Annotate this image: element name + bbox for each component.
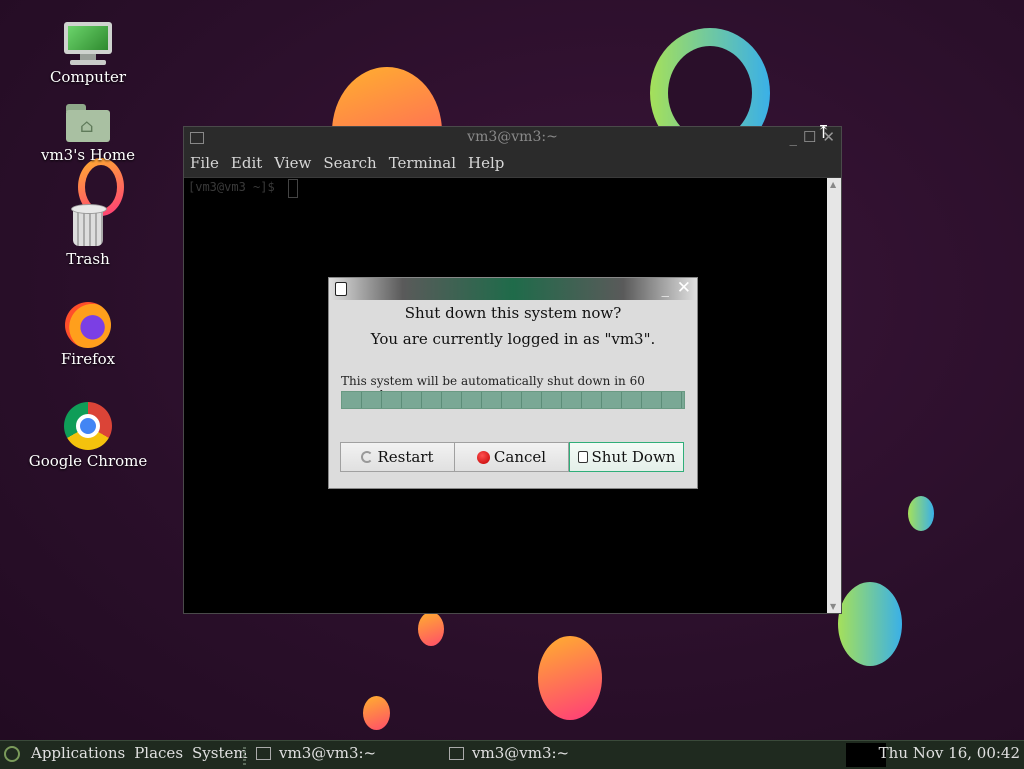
taskbar-item[interactable]: vm3@vm3:~ xyxy=(256,744,376,762)
terminal-icon xyxy=(256,746,271,760)
decorative-blob xyxy=(418,612,444,646)
terminal-title: vm3@vm3:~ xyxy=(467,129,558,145)
decorative-blob xyxy=(363,696,390,730)
terminal-titlebar[interactable]: vm3@vm3:~ _ ☐ ✕ xyxy=(184,127,841,149)
desktop-icon-label: Computer xyxy=(49,68,127,86)
cancel-label: Cancel xyxy=(493,448,547,466)
dialog-question: Shut down this system now? xyxy=(404,304,622,322)
distro-logo-icon[interactable] xyxy=(4,746,20,762)
terminal-prompt: [vm3@vm3 ~]$ xyxy=(188,180,275,194)
countdown-progress-bar xyxy=(341,391,685,409)
terminal-menubar: File Edit View Search Terminal Help xyxy=(184,149,841,178)
panel-separator[interactable] xyxy=(243,747,246,765)
cancel-icon xyxy=(476,450,490,464)
progress-fill xyxy=(342,392,684,408)
home-folder-icon: ⌂ xyxy=(66,104,110,144)
terminal-scrollbar[interactable]: ▲ ▼ xyxy=(827,178,841,613)
mouse-pointer-icon: ⤒ xyxy=(816,122,832,143)
computer-icon xyxy=(64,22,112,66)
restart-label: Restart xyxy=(377,448,434,466)
menu-edit[interactable]: Edit xyxy=(231,154,262,172)
restart-button[interactable]: Restart xyxy=(340,442,455,472)
menu-search[interactable]: Search xyxy=(323,154,376,172)
taskbar-item[interactable]: vm3@vm3:~ xyxy=(449,744,569,762)
bottom-panel: Applications Places System vm3@vm3:~ vm3… xyxy=(0,740,1024,769)
menu-system[interactable]: System xyxy=(192,744,248,762)
menu-applications[interactable]: Applications xyxy=(31,744,125,762)
shutdown-button[interactable]: Shut Down xyxy=(569,442,684,472)
shutdown-label: Shut Down xyxy=(591,448,676,466)
desktop-icon-label: Trash xyxy=(66,250,110,268)
cancel-button[interactable]: Cancel xyxy=(455,442,569,472)
scroll-up-icon[interactable]: ▲ xyxy=(830,180,836,189)
desktop: Computer ⌂ vm3's Home Trash Firefox Goog… xyxy=(0,0,1024,740)
decorative-blob xyxy=(908,496,934,531)
dialog-logged-in: You are currently logged in as "vm3". xyxy=(370,330,656,348)
desktop-icon-computer[interactable]: Computer xyxy=(13,22,163,86)
terminal-icon xyxy=(449,746,464,760)
menu-terminal[interactable]: Terminal xyxy=(389,154,456,172)
menu-help[interactable]: Help xyxy=(468,154,504,172)
taskbar-item-label: vm3@vm3:~ xyxy=(472,744,570,762)
desktop-icon-trash[interactable]: Trash xyxy=(13,204,163,268)
decorative-blob xyxy=(838,582,902,666)
minimize-icon[interactable]: _ xyxy=(789,128,797,146)
firefox-icon xyxy=(65,302,111,348)
trash-icon xyxy=(69,204,107,248)
shutdown-dialog[interactable]: _ ✕ Shut down this system now? You are c… xyxy=(328,277,698,489)
desktop-icon-label: vm3's Home xyxy=(40,146,136,164)
maximize-icon[interactable]: ☐ xyxy=(803,128,816,146)
menu-file[interactable]: File xyxy=(190,154,219,172)
desktop-icon-chrome[interactable]: Google Chrome xyxy=(13,402,163,470)
scroll-down-icon[interactable]: ▼ xyxy=(830,602,836,611)
minimize-icon[interactable]: _ xyxy=(662,279,670,297)
shutdown-icon xyxy=(577,451,588,463)
dialog-button-row: Restart Cancel Shut Down xyxy=(340,442,684,472)
menu-places[interactable]: Places xyxy=(134,744,183,762)
desktop-icon-label: Firefox xyxy=(60,350,116,368)
dialog-titlebar[interactable]: _ ✕ xyxy=(329,278,697,300)
close-icon[interactable]: ✕ xyxy=(677,278,691,298)
clock[interactable]: Thu Nov 16, 00:42 xyxy=(879,744,1020,762)
desktop-icon-label: Google Chrome xyxy=(28,452,148,470)
taskbar-item-label: vm3@vm3:~ xyxy=(279,744,377,762)
text-cursor xyxy=(288,179,298,198)
restart-icon xyxy=(361,451,374,463)
decorative-blob xyxy=(538,636,602,720)
desktop-icon-firefox[interactable]: Firefox xyxy=(13,302,163,368)
menu-view[interactable]: View xyxy=(274,154,311,172)
dialog-app-icon xyxy=(335,282,347,296)
desktop-icon-home[interactable]: ⌂ vm3's Home xyxy=(13,104,163,164)
chrome-icon xyxy=(64,402,112,450)
